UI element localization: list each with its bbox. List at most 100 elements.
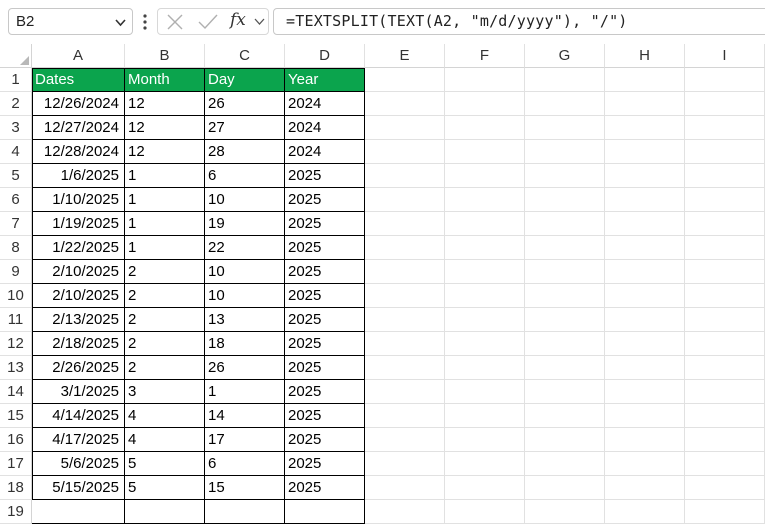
- cell-h1[interactable]: [605, 68, 685, 92]
- cell-b15[interactable]: 4: [125, 404, 205, 428]
- cell-b17[interactable]: 5: [125, 452, 205, 476]
- cell-b2[interactable]: 12: [125, 92, 205, 116]
- row-header-15[interactable]: 15: [0, 404, 32, 428]
- cell-g19[interactable]: [525, 500, 605, 524]
- cell-a9[interactable]: 2/10/2025: [32, 260, 125, 284]
- cell-f17[interactable]: [445, 452, 525, 476]
- cell-c6[interactable]: 10: [205, 188, 285, 212]
- cell-d13[interactable]: 2025: [285, 356, 365, 380]
- cell-g10[interactable]: [525, 284, 605, 308]
- cell-i7[interactable]: [685, 212, 765, 236]
- cell-b13[interactable]: 2: [125, 356, 205, 380]
- cell-d11[interactable]: 2025: [285, 308, 365, 332]
- cell-h2[interactable]: [605, 92, 685, 116]
- cell-a19[interactable]: [32, 500, 125, 524]
- cell-c16[interactable]: 17: [205, 428, 285, 452]
- cell-i13[interactable]: [685, 356, 765, 380]
- cell-c10[interactable]: 10: [205, 284, 285, 308]
- cell-d12[interactable]: 2025: [285, 332, 365, 356]
- cell-e15[interactable]: [365, 404, 445, 428]
- cell-d9[interactable]: 2025: [285, 260, 365, 284]
- formula-input[interactable]: =TEXTSPLIT(TEXT(A2, "m/d/yyyy"), "/"): [273, 8, 765, 35]
- cell-c19[interactable]: [205, 500, 285, 524]
- cell-e17[interactable]: [365, 452, 445, 476]
- cell-e11[interactable]: [365, 308, 445, 332]
- cell-f7[interactable]: [445, 212, 525, 236]
- cell-f5[interactable]: [445, 164, 525, 188]
- close-icon[interactable]: [166, 14, 184, 30]
- cell-a14[interactable]: 3/1/2025: [32, 380, 125, 404]
- cell-e3[interactable]: [365, 116, 445, 140]
- cell-d5[interactable]: 2025: [285, 164, 365, 188]
- cell-i2[interactable]: [685, 92, 765, 116]
- cell-f16[interactable]: [445, 428, 525, 452]
- row-header-12[interactable]: 12: [0, 332, 32, 356]
- cell-g14[interactable]: [525, 380, 605, 404]
- cell-d19[interactable]: [285, 500, 365, 524]
- cell-d10[interactable]: 2025: [285, 284, 365, 308]
- column-header-g[interactable]: G: [525, 44, 605, 68]
- cell-b4[interactable]: 12: [125, 140, 205, 164]
- cell-e14[interactable]: [365, 380, 445, 404]
- cell-e7[interactable]: [365, 212, 445, 236]
- cell-h9[interactable]: [605, 260, 685, 284]
- cell-f13[interactable]: [445, 356, 525, 380]
- row-header-18[interactable]: 18: [0, 476, 32, 500]
- cell-b1[interactable]: Month: [125, 68, 205, 92]
- column-header-c[interactable]: C: [205, 44, 285, 68]
- cell-g8[interactable]: [525, 236, 605, 260]
- cell-a11[interactable]: 2/13/2025: [32, 308, 125, 332]
- cell-i8[interactable]: [685, 236, 765, 260]
- cell-h16[interactable]: [605, 428, 685, 452]
- cell-c2[interactable]: 26: [205, 92, 285, 116]
- cell-d17[interactable]: 2025: [285, 452, 365, 476]
- cell-f8[interactable]: [445, 236, 525, 260]
- cell-a1[interactable]: Dates: [32, 68, 125, 92]
- column-header-h[interactable]: H: [605, 44, 685, 68]
- cell-a10[interactable]: 2/10/2025: [32, 284, 125, 308]
- cell-h5[interactable]: [605, 164, 685, 188]
- cell-a12[interactable]: 2/18/2025: [32, 332, 125, 356]
- cell-b3[interactable]: 12: [125, 116, 205, 140]
- cell-b16[interactable]: 4: [125, 428, 205, 452]
- cell-a16[interactable]: 4/17/2025: [32, 428, 125, 452]
- cell-c5[interactable]: 6: [205, 164, 285, 188]
- cell-d18[interactable]: 2025: [285, 476, 365, 500]
- row-header-4[interactable]: 4: [0, 140, 32, 164]
- row-header-11[interactable]: 11: [0, 308, 32, 332]
- column-header-f[interactable]: F: [445, 44, 525, 68]
- cell-h6[interactable]: [605, 188, 685, 212]
- cell-b6[interactable]: 1: [125, 188, 205, 212]
- cell-g12[interactable]: [525, 332, 605, 356]
- cell-i18[interactable]: [685, 476, 765, 500]
- cell-d2[interactable]: 2024: [285, 92, 365, 116]
- cell-f11[interactable]: [445, 308, 525, 332]
- cell-e19[interactable]: [365, 500, 445, 524]
- row-header-17[interactable]: 17: [0, 452, 32, 476]
- cell-e16[interactable]: [365, 428, 445, 452]
- cell-g3[interactable]: [525, 116, 605, 140]
- row-header-3[interactable]: 3: [0, 116, 32, 140]
- cell-c4[interactable]: 28: [205, 140, 285, 164]
- row-header-14[interactable]: 14: [0, 380, 32, 404]
- cell-i9[interactable]: [685, 260, 765, 284]
- cell-e1[interactable]: [365, 68, 445, 92]
- row-header-7[interactable]: 7: [0, 212, 32, 236]
- column-header-b[interactable]: B: [125, 44, 205, 68]
- cell-f10[interactable]: [445, 284, 525, 308]
- cell-i4[interactable]: [685, 140, 765, 164]
- cell-f2[interactable]: [445, 92, 525, 116]
- cell-d1[interactable]: Year: [285, 68, 365, 92]
- cell-f6[interactable]: [445, 188, 525, 212]
- cell-e4[interactable]: [365, 140, 445, 164]
- select-all-button[interactable]: [0, 44, 32, 68]
- column-header-e[interactable]: E: [365, 44, 445, 68]
- row-header-13[interactable]: 13: [0, 356, 32, 380]
- row-header-2[interactable]: 2: [0, 92, 32, 116]
- cell-i12[interactable]: [685, 332, 765, 356]
- cell-a17[interactable]: 5/6/2025: [32, 452, 125, 476]
- cell-h11[interactable]: [605, 308, 685, 332]
- row-header-8[interactable]: 8: [0, 236, 32, 260]
- cell-h19[interactable]: [605, 500, 685, 524]
- cell-b9[interactable]: 2: [125, 260, 205, 284]
